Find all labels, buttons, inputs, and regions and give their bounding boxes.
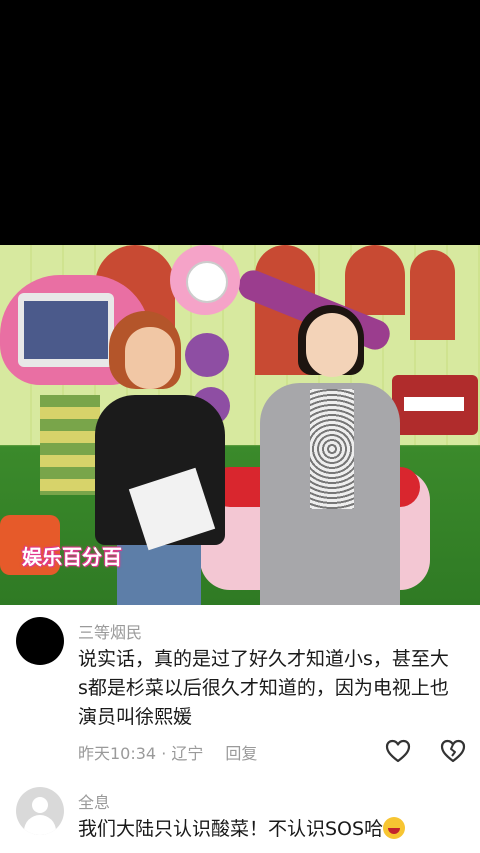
avatar-body [24, 815, 56, 835]
comment-text: 我们大陆只认识酸菜！不认识SOS哈 [78, 818, 384, 840]
laughing-emoji-icon [383, 817, 406, 839]
top-black-area [0, 0, 480, 245]
meta-separator: · [156, 744, 172, 763]
comment-username[interactable]: 全息 [78, 789, 110, 813]
comment-time: 昨天10:34 [78, 744, 157, 763]
avatar-head [32, 797, 48, 813]
host-right-ruffle [310, 389, 354, 509]
comment-meta: 昨天10:34 · 辽宁 回复 [78, 740, 257, 764]
comment-item: 全息 我们大陆只认识酸菜！不认识SOS哈 [0, 775, 480, 853]
avatar[interactable] [16, 787, 64, 835]
host-left-jeans [117, 545, 201, 605]
host-right-face [306, 313, 358, 377]
heart-outline-icon[interactable] [385, 739, 411, 763]
striped-column [40, 395, 100, 495]
comment-list: 三等烟民 说实话，真的是过了好久才知道小s，甚至大s都是杉菜以后很久才知道的，因… [0, 605, 480, 853]
set-arch [410, 250, 455, 340]
host-right [250, 305, 400, 605]
comment-username[interactable]: 三等烟民 [78, 619, 142, 643]
avatar[interactable] [16, 617, 64, 665]
comment-text: 说实话，真的是过了好久才知道小s，甚至大s都是杉菜以后很久才知道的，因为电视上也… [78, 648, 449, 728]
mailbox-slot [404, 397, 464, 411]
clock-icon [186, 261, 228, 303]
comment-item: 三等烟民 说实话，真的是过了好久才知道小s，甚至大s都是杉菜以后很久才知道的，因… [0, 605, 480, 775]
host-left-face [125, 327, 175, 389]
comment-location: 辽宁 [171, 744, 204, 763]
show-logo: 娱乐百分百 [22, 545, 122, 569]
broken-heart-outline-icon[interactable] [440, 739, 466, 763]
video-frame[interactable]: 娱乐百分百 [0, 245, 480, 605]
reply-button[interactable]: 回复 [225, 744, 257, 763]
comment-text-row: 我们大陆只认识酸菜！不认识SOS哈 [78, 815, 458, 844]
